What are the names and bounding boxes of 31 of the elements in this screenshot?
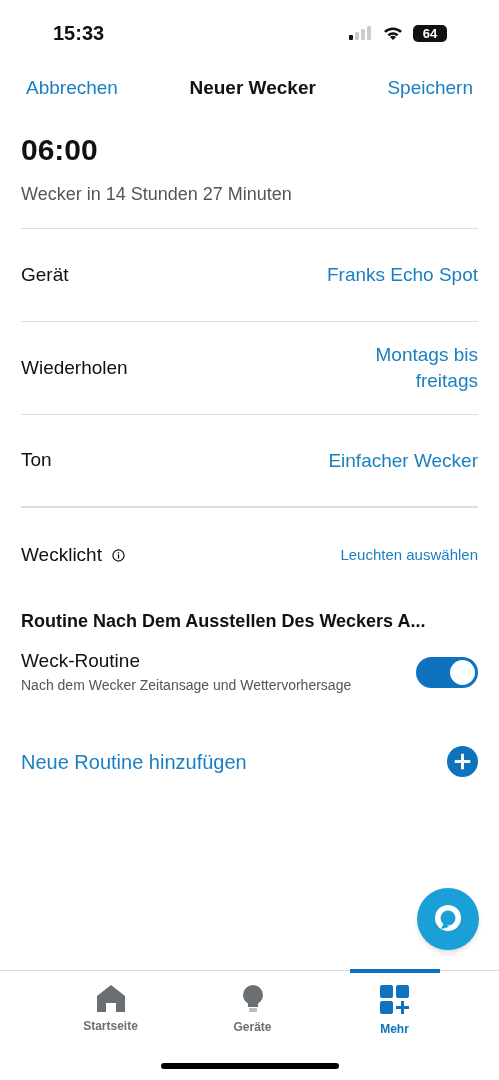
setting-label: Ton	[21, 448, 52, 473]
setting-label: Wiederholen	[21, 355, 128, 380]
home-icon	[96, 985, 125, 1012]
wake-light-label: Wecklicht	[21, 542, 102, 567]
add-icon[interactable]	[447, 746, 478, 777]
alarm-countdown: Wecker in 14 Stunden 27 Minuten	[21, 183, 293, 206]
setting-value[interactable]: Einfacher Wecker	[328, 447, 478, 474]
routine-description: Nach dem Wecker Zeitansage und Wettervorhersage	[21, 676, 352, 695]
setting-value[interactable]: Montags bis freitags	[308, 342, 478, 394]
select-lights-link[interactable]: Leuchten auswählen	[340, 543, 478, 567]
alarm-time[interactable]: 06:00	[21, 132, 478, 168]
tab-bar-item[interactable]: Mehr	[349, 969, 440, 1039]
voice-assistant-button[interactable]	[417, 888, 479, 950]
save-button[interactable]: Speichern	[387, 73, 473, 103]
tab-bar-item[interactable]: Startseite	[65, 969, 156, 1039]
add-routine-link[interactable]: Neue Routine hinzufügen	[21, 746, 247, 777]
signal-icon	[349, 26, 373, 40]
grid-plus-icon	[379, 985, 410, 1015]
lightbulb-icon	[241, 985, 264, 1013]
battery-icon: 64	[413, 24, 447, 42]
routine-title: Weck-Routine	[21, 649, 141, 673]
screen-title: Neuer Wecker	[189, 75, 316, 100]
section-heading: Routine Nach Dem Ausstellen Des Weckers A...	[21, 610, 427, 633]
status-time: 15:33	[53, 21, 105, 46]
tab-bar-item[interactable]: Geräte	[207, 969, 298, 1039]
info-icon[interactable]	[111, 548, 125, 562]
toggle-switch[interactable]	[416, 657, 478, 688]
setting-label: Gerät	[21, 262, 69, 287]
setting-value[interactable]: Franks Echo Spot	[326, 262, 478, 288]
wifi-icon	[383, 26, 403, 40]
cancel-button[interactable]: Abbrechen	[26, 73, 118, 103]
